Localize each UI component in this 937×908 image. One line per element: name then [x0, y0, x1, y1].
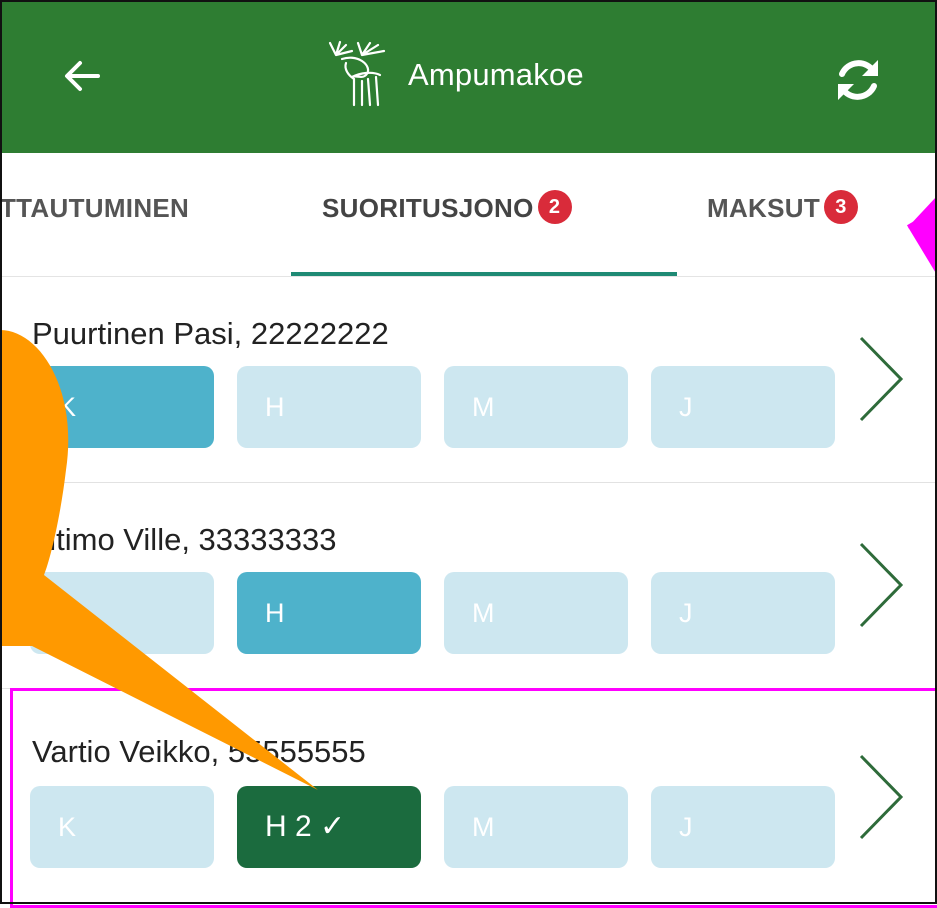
chevron-right-icon[interactable]: [855, 540, 907, 630]
app-title: Ampumakoe: [408, 57, 584, 92]
stage-chip-k[interactable]: K: [30, 366, 214, 448]
count-badge: 3: [824, 190, 859, 225]
tab-label: MAKSUT: [707, 193, 821, 223]
list-item[interactable]: Puurtinen Pasi, 22222222 K H M J: [0, 276, 937, 483]
tab-ilmoittautuminen[interactable]: TTAUTUMINEN: [0, 193, 189, 224]
tab-suoritusjono[interactable]: SUORITUSJONO 2: [322, 190, 572, 227]
annotation-highlight-box: [10, 688, 937, 908]
stage-chip-h[interactable]: H: [237, 366, 421, 448]
tab-maksut[interactable]: MAKSUT 3: [707, 190, 859, 227]
app-bar: Ampumakoe: [0, 0, 937, 153]
stage-chip-m[interactable]: M: [444, 572, 628, 654]
shooter-name: Puurtinen Pasi, 22222222: [32, 316, 389, 351]
stage-chip-j[interactable]: J: [651, 366, 835, 448]
shooter-name: altimo Ville, 33333333: [32, 522, 337, 557]
stage-chip-m[interactable]: M: [444, 366, 628, 448]
stage-chip-h[interactable]: H: [237, 572, 421, 654]
arrow-left-icon[interactable]: [58, 52, 106, 100]
tab-bar: TTAUTUMINEN SUORITUSJONO 2 MAKSUT 3: [0, 153, 937, 277]
tab-label: TTAUTUMINEN: [0, 193, 190, 223]
moose-logo-icon: [328, 40, 386, 107]
count-badge: 2: [537, 190, 572, 225]
stage-chip-k[interactable]: [30, 572, 214, 654]
stage-chip-j[interactable]: J: [651, 572, 835, 654]
tab-label: SUORITUSJONO: [322, 193, 534, 223]
list-item[interactable]: altimo Ville, 33333333 H M J: [0, 482, 937, 689]
refresh-icon[interactable]: [828, 50, 888, 110]
chevron-right-icon[interactable]: [855, 334, 907, 424]
app-title-group: Ampumakoe: [318, 35, 584, 115]
